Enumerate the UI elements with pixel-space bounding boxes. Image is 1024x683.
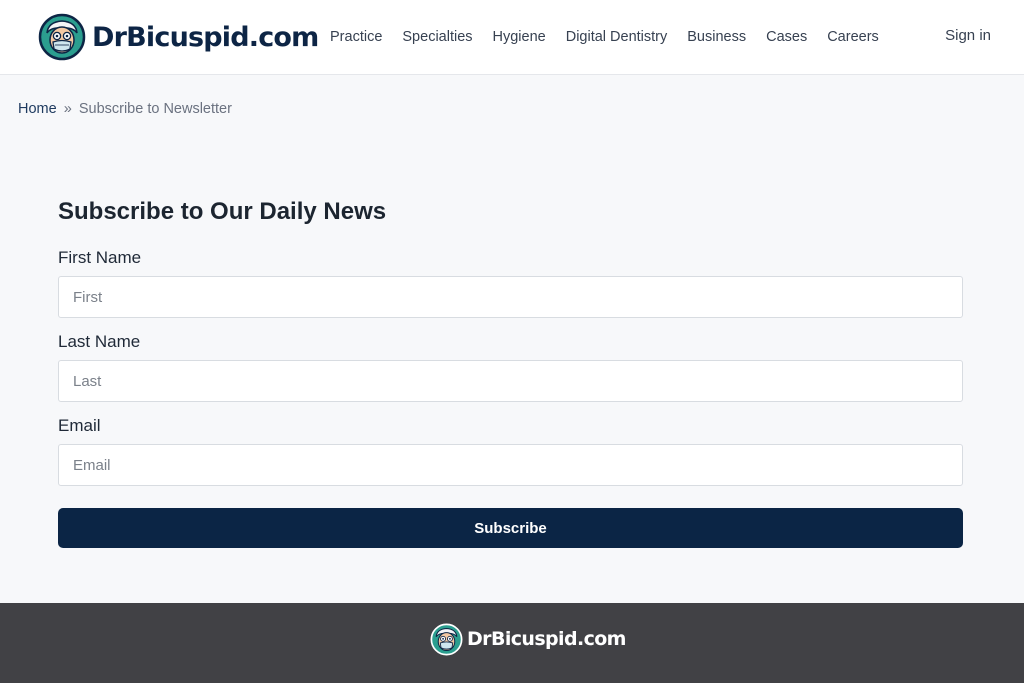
footer-logo-text: DrBicuspid.com (467, 627, 626, 650)
page-title: Subscribe to Our Daily News (58, 198, 387, 225)
nav-item-business[interactable]: Business (687, 29, 746, 45)
dentist-mascot-icon (38, 13, 86, 61)
breadcrumb-current: Subscribe to Newsletter (78, 101, 232, 117)
nav-item-hygiene[interactable]: Hygiene (493, 29, 546, 45)
sign-in-link[interactable]: Sign in (945, 27, 991, 44)
dentist-mascot-icon (430, 623, 463, 655)
site-logo[interactable]: DrBicuspid.com (38, 12, 319, 62)
breadcrumb-separator: » (63, 101, 72, 117)
email-input[interactable] (58, 444, 963, 486)
nav-item-practice[interactable]: Practice (330, 29, 382, 45)
nav-item-specialties[interactable]: Specialties (402, 29, 472, 45)
logo-text: DrBicuspid.com (92, 21, 319, 53)
nav-item-digital-dentistry[interactable]: Digital Dentistry (566, 29, 668, 45)
site-footer: DrBicuspid.com (0, 603, 1024, 683)
breadcrumb-home-link[interactable]: Home (18, 101, 57, 117)
footer-logo[interactable]: DrBicuspid.com (430, 621, 626, 657)
first-name-label: First Name (58, 248, 142, 267)
nav-item-careers[interactable]: Careers (827, 29, 879, 45)
subscribe-form: Subscribe to Our Daily News First Name L… (58, 196, 963, 548)
last-name-input[interactable] (58, 360, 963, 402)
site-header: DrBicuspid.com Practice Specialties Hygi… (0, 0, 1024, 75)
subscribe-button[interactable]: Subscribe (58, 508, 963, 548)
first-name-input[interactable] (58, 276, 963, 318)
nav-item-cases[interactable]: Cases (766, 29, 807, 45)
last-name-label: Last Name (58, 332, 141, 351)
breadcrumb: Home » Subscribe to Newsletter (18, 101, 232, 117)
main-nav: Practice Specialties Hygiene Digital Den… (330, 0, 879, 74)
email-label: Email (58, 416, 101, 435)
